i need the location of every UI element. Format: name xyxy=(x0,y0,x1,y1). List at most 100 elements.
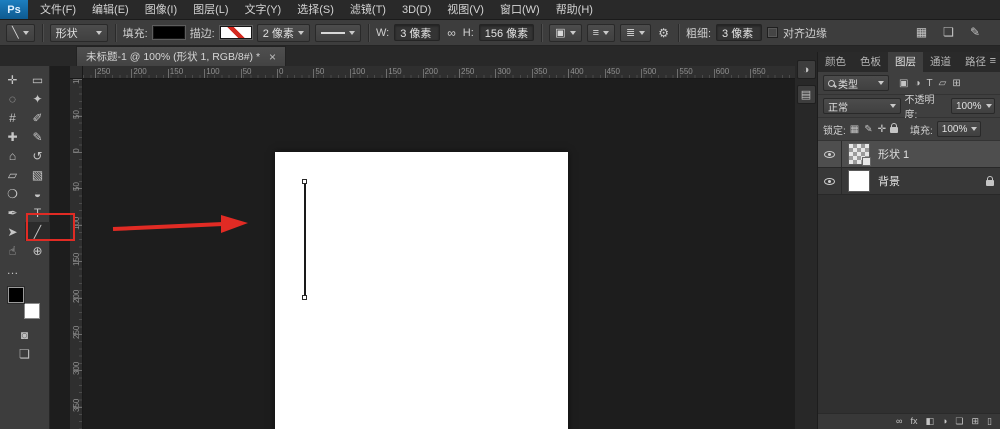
lock-all-icon[interactable] xyxy=(890,123,898,136)
tool-preset-dropdown[interactable]: ╲ xyxy=(6,24,35,42)
healing-brush-tool[interactable]: ✚ xyxy=(0,127,25,146)
fill-color-swatch[interactable] xyxy=(153,26,185,39)
layer-filter-select[interactable]: 类型 xyxy=(823,75,889,91)
layer-effects-icon[interactable]: fx xyxy=(910,416,917,427)
type-tool-icon: T xyxy=(34,207,41,219)
delete-layer-icon[interactable]: ▯ xyxy=(987,416,992,427)
line-anchor-top[interactable] xyxy=(302,179,307,184)
adjustments-panel-icon[interactable]: ◑ xyxy=(797,60,816,79)
eraser-tool[interactable]: ▱ xyxy=(0,165,25,184)
menu-item-0[interactable]: 文件(F) xyxy=(32,0,84,20)
fill-opacity-input[interactable]: 100% xyxy=(937,121,981,137)
path-alignment-dropdown[interactable]: ≡ xyxy=(587,24,615,42)
eyedropper-tool-icon: ✐ xyxy=(32,112,42,124)
pixel-filter-icon[interactable]: ▣ xyxy=(899,78,908,89)
stroke-color-swatch[interactable] xyxy=(220,26,252,39)
pen-tool[interactable]: ✒ xyxy=(0,203,25,222)
align-edges-checkbox[interactable] xyxy=(767,27,778,38)
layer-row-0[interactable]: 形状 1 xyxy=(818,141,1000,168)
lasso-tool[interactable]: ◌ xyxy=(0,89,25,108)
history-brush-tool[interactable]: ↺ xyxy=(25,146,50,165)
move-tool[interactable]: ✛ xyxy=(0,70,25,89)
lock-position-icon[interactable]: ✛ xyxy=(878,124,886,135)
lock-transparency-icon[interactable]: ▦ xyxy=(850,124,859,135)
more-tools[interactable]: … xyxy=(0,260,25,279)
stroke-style-select[interactable] xyxy=(315,24,361,42)
panel-tab-paths[interactable]: 路径 xyxy=(958,52,993,72)
layer-thumbnail[interactable] xyxy=(848,143,870,165)
hand-tool[interactable]: ☝ xyxy=(0,241,25,260)
opacity-input[interactable]: 100% xyxy=(951,98,995,114)
clone-stamp-tool[interactable]: ⌂ xyxy=(0,146,25,165)
styles-panel-icon[interactable]: ▤ xyxy=(797,85,816,104)
eyedropper-tool[interactable]: ✐ xyxy=(25,108,50,127)
path-operations-dropdown[interactable]: ▣ xyxy=(549,24,581,42)
drawn-line-shape[interactable] xyxy=(304,182,306,297)
menu-item-5[interactable]: 选择(S) xyxy=(289,0,342,20)
link-dimensions-icon[interactable]: ∞ xyxy=(445,26,458,40)
blend-mode-select[interactable]: 正常 xyxy=(823,98,901,114)
tab-close-icon[interactable]: × xyxy=(269,51,276,63)
panel-tab-bar: 颜色色板图层通道路径 ≡ xyxy=(818,52,1000,72)
path-arrangement-dropdown[interactable]: ≣ xyxy=(620,24,651,42)
smart-object-filter-icon[interactable]: ⊞ xyxy=(952,78,960,89)
adjustment-layer-icon[interactable]: ◑ xyxy=(942,416,947,427)
adjustment-filter-icon[interactable]: ◑ xyxy=(914,78,920,89)
type-tool[interactable]: T xyxy=(25,203,50,222)
canvas-area[interactable]: 2502001501005005010015020025030035040045… xyxy=(50,66,795,429)
gear-icon[interactable]: ⚙ xyxy=(656,26,671,40)
line-anchor-bottom[interactable] xyxy=(302,295,307,300)
view-extras-icon[interactable]: ▦ xyxy=(916,27,927,38)
edit-workspace-icon[interactable]: ✎ xyxy=(970,27,980,38)
panel-tab-layers[interactable]: 图层 xyxy=(888,52,923,72)
lock-pixels-icon[interactable]: ✎ xyxy=(864,124,872,135)
menu-item-10[interactable]: 帮助(H) xyxy=(548,0,601,20)
menu-item-2[interactable]: 图像(I) xyxy=(137,0,185,20)
layer-thumbnail[interactable] xyxy=(848,170,870,192)
menu-item-1[interactable]: 编辑(E) xyxy=(84,0,137,20)
marquee-tool[interactable]: ▭ xyxy=(25,70,50,89)
menu-item-6[interactable]: 滤镜(T) xyxy=(342,0,394,20)
panel-tab-channels[interactable]: 通道 xyxy=(923,52,958,72)
type-filter-icon[interactable]: T xyxy=(927,78,933,89)
background-color-swatch[interactable] xyxy=(24,303,40,319)
panel-menu-icon[interactable]: ≡ xyxy=(990,55,996,67)
menu-item-7[interactable]: 3D(D) xyxy=(394,0,439,20)
line-tool[interactable]: ╱ xyxy=(25,222,50,241)
blur-tool[interactable]: ❍ xyxy=(0,184,25,203)
gradient-tool[interactable]: ▧ xyxy=(25,165,50,184)
zoom-tool[interactable]: ⊕ xyxy=(25,241,50,260)
document-canvas[interactable] xyxy=(275,152,568,429)
path-selection-tool[interactable]: ➤ xyxy=(0,222,25,241)
brush-tool[interactable]: ✎ xyxy=(25,127,50,146)
shape-height-input[interactable]: 156 像素 xyxy=(479,24,534,41)
quick-mask-icon[interactable]: ◙ xyxy=(21,329,28,342)
stroke-width-input[interactable]: 2 像素 xyxy=(257,24,310,42)
layer-row-1[interactable]: 背景 xyxy=(818,168,1000,195)
shape-filter-icon[interactable]: ▱ xyxy=(939,78,947,89)
dodge-tool[interactable]: ◒ xyxy=(25,184,50,203)
line-weight-input[interactable]: 3 像素 xyxy=(716,24,762,41)
menu-item-9[interactable]: 窗口(W) xyxy=(492,0,548,20)
tool-mode-select[interactable]: 形状 xyxy=(50,24,108,42)
panel-tab-swatches[interactable]: 色板 xyxy=(853,52,888,72)
document-tab[interactable]: 未标题-1 @ 100% (形状 1, RGB/8#) * × xyxy=(76,46,286,66)
shape-width-input[interactable]: 3 像素 xyxy=(394,24,440,41)
layer-group-icon[interactable]: ❏ xyxy=(955,416,963,427)
lock-icons: ▦ ✎ ✛ xyxy=(850,124,886,135)
layers-panel-bottom-bar: ∞ fx ◧ ◑ ❏ ⊞ ▯ xyxy=(818,413,1000,429)
link-layers-icon[interactable]: ∞ xyxy=(896,416,902,427)
foreground-color-swatch[interactable] xyxy=(8,287,24,303)
layer-mask-icon[interactable]: ◧ xyxy=(925,416,934,427)
menu-item-4[interactable]: 文字(Y) xyxy=(237,0,290,20)
toolbar-screen-mode-icon[interactable]: ❏ xyxy=(19,348,30,361)
quick-selection-tool[interactable]: ✦ xyxy=(25,89,50,108)
panel-tab-color[interactable]: 颜色 xyxy=(818,52,853,72)
visibility-toggle[interactable] xyxy=(818,141,842,167)
visibility-toggle[interactable] xyxy=(818,168,842,194)
crop-tool[interactable]: # xyxy=(0,108,25,127)
screen-mode-icon[interactable]: ❏ xyxy=(943,27,954,38)
new-layer-icon[interactable]: ⊞ xyxy=(972,416,980,427)
menu-item-3[interactable]: 图层(L) xyxy=(185,0,236,20)
menu-item-8[interactable]: 视图(V) xyxy=(439,0,492,20)
